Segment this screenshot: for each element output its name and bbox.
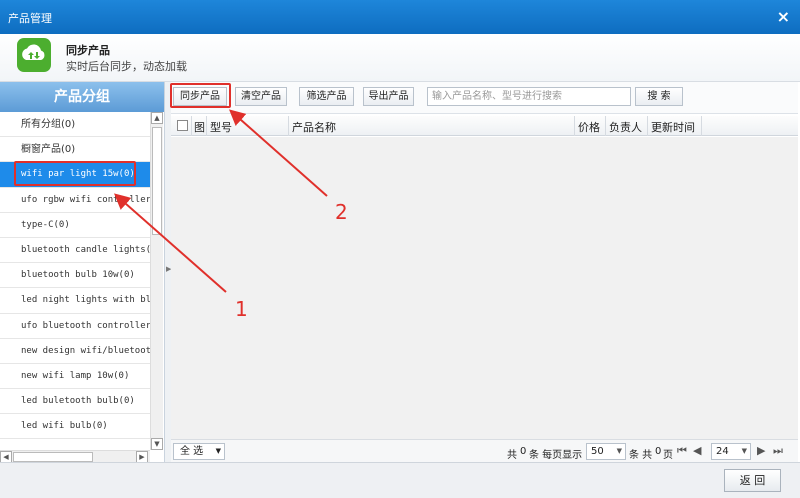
annotation-label-1: 1 xyxy=(235,297,248,321)
annotation-label-2: 2 xyxy=(335,200,348,224)
annotation-arrows xyxy=(113,109,328,293)
